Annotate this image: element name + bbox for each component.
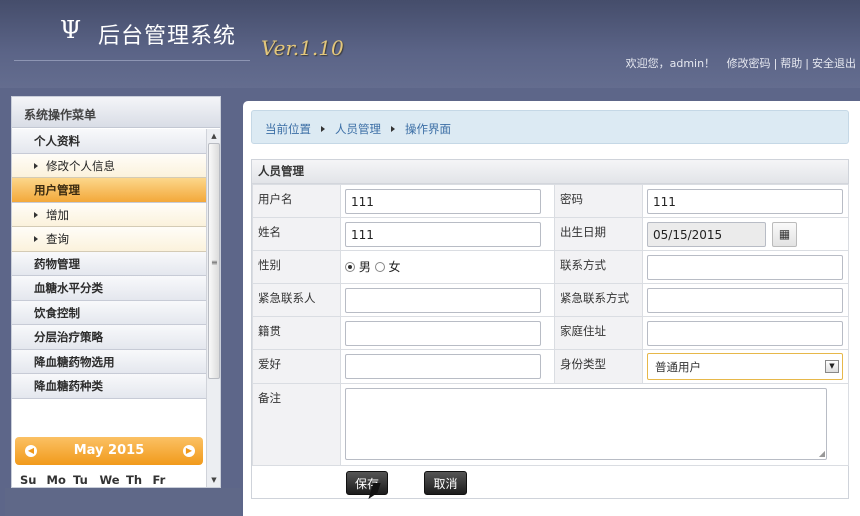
- name-label: 姓名: [252, 217, 341, 251]
- caret-right-icon: [34, 236, 38, 242]
- sidebar-subitem-add[interactable]: 增加: [12, 202, 206, 227]
- weekday-label: We: [99, 473, 120, 487]
- weekday-label: Mo: [46, 473, 66, 487]
- password-field[interactable]: 111: [647, 189, 843, 214]
- change-password-link[interactable]: 修改密码: [727, 57, 771, 70]
- separator: |: [773, 57, 778, 70]
- version-label: Ver.1.10: [261, 36, 344, 60]
- birthdate-label: 出生日期: [554, 217, 643, 251]
- sidebar-footer-bar: [5, 488, 241, 516]
- caret-right-icon: [321, 126, 325, 132]
- scroll-down-icon[interactable]: ▼: [207, 473, 220, 487]
- sidebar-item-user-management[interactable]: 用户管理: [12, 178, 206, 203]
- address-field[interactable]: [647, 321, 843, 346]
- birthdate-field[interactable]: 05/15/2015: [647, 222, 766, 247]
- sidebar-subitem-label: 增加: [46, 207, 69, 222]
- sidebar-subitem-label: 修改个人信息: [46, 158, 115, 173]
- name-field[interactable]: 111: [345, 222, 541, 247]
- weekday-label: Th: [126, 473, 143, 487]
- gender-label: 性别: [252, 250, 341, 284]
- top-links: 欢迎您，admin！ 修改密码 | 帮助 | 安全退出: [626, 55, 856, 71]
- sidebar-item-personal-info[interactable]: 个人资料: [12, 129, 206, 154]
- sidebar-subitem-query[interactable]: 查询: [12, 227, 206, 252]
- sidebar-item-drug-selection[interactable]: 降血糖药物选用: [12, 349, 206, 374]
- remark-label: 备注: [252, 383, 341, 466]
- breadcrumb: 当前位置 人员管理 操作界面: [251, 110, 849, 144]
- sidebar-scrollbar[interactable]: ▲ ≡ ▼: [206, 129, 220, 487]
- breadcrumb-item[interactable]: 人员管理: [335, 122, 381, 136]
- user-form: 人员管理 用户名 111 密码 111 姓名 111 出生日期 05/15/20…: [251, 159, 849, 499]
- gender-female-label: 女: [388, 260, 401, 274]
- sidebar-menu: 个人资料 修改个人信息 用户管理 增加 查询 药物管理 血糖水平分类 饮食控制 …: [12, 129, 206, 487]
- emergency-contact-label: 紧急联系人: [252, 283, 341, 317]
- calendar-header: ◀ May 2015 ▶: [15, 437, 203, 465]
- username-label: 用户名: [252, 184, 341, 218]
- form-table: 用户名 111 密码 111 姓名 111 出生日期 05/15/2015 ▦ 性…: [252, 184, 849, 466]
- help-link[interactable]: 帮助: [780, 57, 802, 70]
- caret-right-icon: [34, 211, 38, 218]
- sidebar-subitem-label: 查询: [46, 232, 69, 246]
- resize-handle-icon[interactable]: ◢: [819, 449, 825, 458]
- breadcrumb-item[interactable]: 当前位置: [265, 122, 311, 136]
- welcome-text: 欢迎您，admin！: [625, 57, 716, 70]
- scroll-up-icon[interactable]: ▲: [207, 129, 220, 143]
- weekday-label: Su: [20, 473, 37, 487]
- gender-female-radio[interactable]: [374, 262, 385, 272]
- save-button[interactable]: 保存: [346, 471, 388, 495]
- sidebar-item-treatment-strategy[interactable]: 分层治疗策略: [12, 325, 206, 350]
- gender-male-radio[interactable]: [345, 262, 355, 272]
- caret-right-icon: [34, 162, 38, 169]
- grip-icon: ≡: [211, 258, 218, 267]
- calendar-next-icon[interactable]: ▶: [183, 445, 195, 457]
- calendar-month-title: May 2015: [73, 443, 145, 458]
- hobby-field[interactable]: [345, 354, 541, 379]
- native-place-label: 籍贯: [252, 316, 341, 350]
- breadcrumb-item: 操作界面: [405, 122, 451, 136]
- emergency-contact-field[interactable]: [345, 288, 541, 313]
- scrollbar-thumb[interactable]: ≡: [208, 143, 220, 379]
- main-content: 当前位置 人员管理 操作界面 人员管理 用户名 111 密码 111 姓名 111 …: [243, 101, 860, 516]
- native-place-field[interactable]: [345, 321, 541, 346]
- emergency-phone-label: 紧急联系方式: [554, 283, 643, 317]
- emergency-phone-field[interactable]: [647, 288, 843, 313]
- app-title: 后台管理系统: [98, 24, 237, 49]
- identity-type-label: 身份类型: [554, 349, 643, 384]
- weekday-label: Fr: [152, 473, 166, 487]
- sidebar: 系统操作菜单 个人资料 修改个人信息 用户管理 增加 查询 药物管理 血糖水平分…: [11, 96, 221, 488]
- calendar-weekdays: SuMoTuWeThFrSa: [20, 473, 200, 487]
- contact-field[interactable]: [647, 255, 843, 280]
- weekday-label: Tu: [73, 473, 88, 487]
- sidebar-item-diet-control[interactable]: 饮食控制: [12, 300, 206, 325]
- dropdown-arrow-icon[interactable]: ▼: [825, 360, 839, 373]
- gender-male-label: 男: [358, 260, 371, 274]
- separator: |: [805, 57, 809, 70]
- identity-type-value: 普通用户: [655, 360, 701, 374]
- sidebar-title: 系统操作菜单: [12, 97, 220, 128]
- hobby-label: 爱好: [252, 349, 341, 384]
- sidebar-item-drug-management[interactable]: 药物管理: [12, 251, 206, 276]
- logout-link[interactable]: 安全退出: [812, 57, 856, 70]
- form-title: 人员管理: [252, 160, 848, 184]
- calendar-widget: ◀ May 2015 ▶ SuMoTuWeThFrSa 1 2: [12, 435, 206, 487]
- header-bar: Ψ 后台管理系统 Ver.1.10 欢迎您，admin！ 修改密码 | 帮助 | 安全退…: [0, 0, 860, 88]
- sidebar-item-glucose-levels[interactable]: 血糖水平分类: [12, 276, 206, 301]
- username-field[interactable]: 111: [345, 189, 541, 214]
- password-label: 密码: [554, 184, 643, 218]
- gender-radio-group: 男 女: [345, 255, 554, 275]
- sidebar-subitem-edit-profile[interactable]: 修改个人信息: [12, 153, 206, 178]
- identity-type-select[interactable]: 普通用户 ▼: [647, 353, 843, 380]
- contact-label: 联系方式: [554, 250, 643, 284]
- sidebar-item-drug-types[interactable]: 降血糖药种类: [12, 374, 206, 399]
- cancel-button[interactable]: 取消: [424, 471, 467, 495]
- remark-textarea[interactable]: ◢: [345, 388, 827, 460]
- calendar-icon[interactable]: ▦: [772, 222, 797, 247]
- logo-psi-icon: Ψ: [60, 16, 82, 44]
- caret-right-icon: [391, 126, 395, 132]
- address-label: 家庭住址: [554, 316, 643, 350]
- logo-underline: [14, 60, 250, 61]
